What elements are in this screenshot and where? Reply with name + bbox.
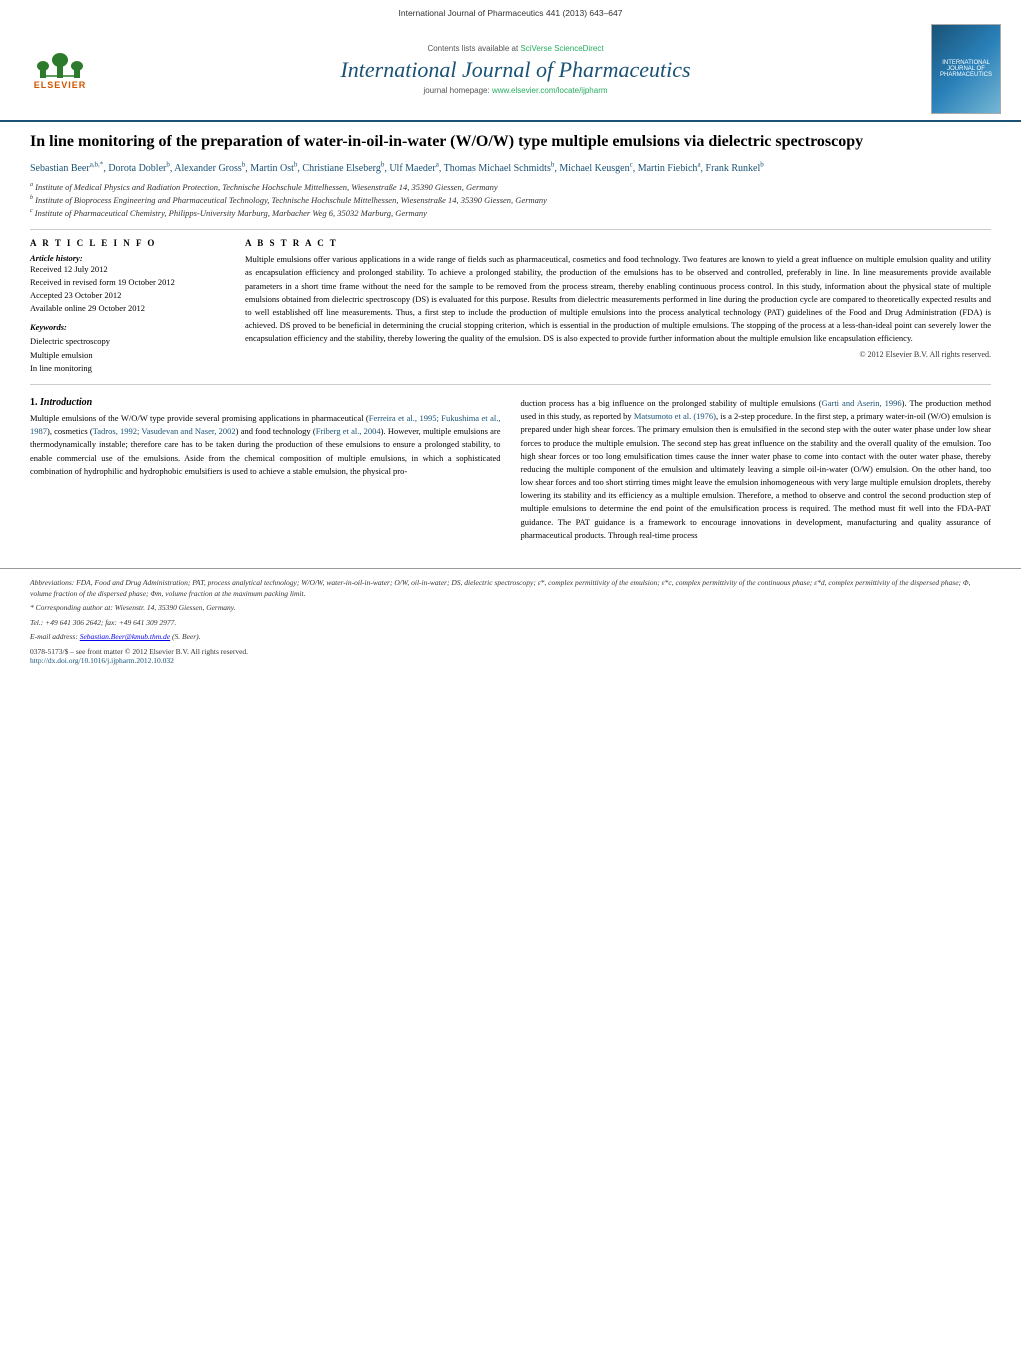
- keyword-3: In line monitoring: [30, 362, 225, 376]
- abbreviations-text: FDA, Food and Drug Administration; PAT, …: [30, 578, 971, 598]
- abstract-column: A B S T R A C T Multiple emulsions offer…: [245, 238, 991, 376]
- tel-footnote: Tel.: +49 641 306 2642; fax: +49 641 309…: [30, 617, 991, 628]
- doi-link[interactable]: http://dx.doi.org/10.1016/j.ijpharm.2012…: [30, 656, 174, 665]
- footer-area: Abbreviations: FDA, Food and Drug Admini…: [0, 568, 1021, 670]
- homepage-link[interactable]: www.elsevier.com/locate/ijpharm: [492, 86, 608, 95]
- affiliation-c: c Institute of Pharmaceutical Chemistry,…: [30, 207, 991, 220]
- article-info-column: A R T I C L E I N F O Article history: R…: [30, 238, 225, 376]
- affiliation-b: b Institute of Bioprocess Engineering an…: [30, 194, 991, 207]
- received-revised-date: Received in revised form 19 October 2012: [30, 276, 225, 289]
- ref-friberg: Friberg et al., 2004: [316, 426, 381, 436]
- copyright-line: © 2012 Elsevier B.V. All rights reserved…: [245, 350, 991, 359]
- corresponding-address: Wiesenstr. 14, 35390 Giessen, Germany.: [115, 603, 236, 612]
- keywords-section: Keywords: Dielectric spectroscopy Multip…: [30, 322, 225, 376]
- article-history: Article history: Received 12 July 2012 R…: [30, 253, 225, 314]
- article-title: In line monitoring of the preparation of…: [30, 132, 991, 153]
- journal-top-bar: International Journal of Pharmaceutics 4…: [20, 8, 1001, 18]
- journal-cover-image: INTERNATIONAL JOURNAL OF PHARMACEUTICS: [931, 24, 1001, 114]
- contents-available: Contents lists available at SciVerse Sci…: [100, 44, 931, 53]
- journal-title: International Journal of Pharmaceutics: [100, 57, 931, 83]
- abbreviations-footnote: Abbreviations: FDA, Food and Drug Admini…: [30, 577, 991, 600]
- received-date: Received 12 July 2012: [30, 263, 225, 276]
- available-date: Available online 29 October 2012: [30, 302, 225, 315]
- section-1-number: 1.: [30, 397, 38, 408]
- body-left-column: 1. Introduction Multiple emulsions of th…: [30, 397, 501, 548]
- article-info-label: A R T I C L E I N F O: [30, 238, 225, 248]
- corresponding-label: * Corresponding author at:: [30, 603, 113, 612]
- section-1-title: Introduction: [40, 397, 92, 408]
- ref-garti: Garti and Aserin, 1996: [822, 398, 902, 408]
- issn-line: 0378-5173/$ – see front matter © 2012 El…: [30, 647, 991, 656]
- article-content: In line monitoring of the preparation of…: [0, 122, 1021, 558]
- section-1-paragraph-2: duction process has a big influence on t…: [521, 397, 992, 542]
- affiliations: a Institute of Medical Physics and Radia…: [30, 181, 991, 219]
- keyword-2: Multiple emulsion: [30, 349, 225, 363]
- abstract-label: A B S T R A C T: [245, 238, 991, 248]
- keywords-label: Keywords:: [30, 322, 225, 332]
- section-1-heading: 1. Introduction: [30, 397, 501, 408]
- keyword-1: Dielectric spectroscopy: [30, 335, 225, 349]
- page: International Journal of Pharmaceutics 4…: [0, 0, 1021, 670]
- section-1-paragraph-1: Multiple emulsions of the W/O/W type pro…: [30, 412, 501, 478]
- email-suffix: (S. Beer).: [172, 632, 201, 641]
- body-right-column: duction process has a big influence on t…: [521, 397, 992, 548]
- email-footnote: E-mail address: Sebastian.Beer@kmub.thm.…: [30, 631, 991, 642]
- journal-title-center: Contents lists available at SciVerse Sci…: [100, 44, 931, 95]
- elsevier-logo: ELSEVIER: [20, 47, 100, 92]
- body-divider: [30, 384, 991, 385]
- abstract-text: Multiple emulsions offer various applica…: [245, 253, 991, 345]
- ref-matsumoto: Matsumoto et al. (1976): [634, 411, 716, 421]
- tel-text: Tel.: +49 641 306 2642; fax: +49 641 309…: [30, 618, 176, 627]
- info-abstract-columns: A R T I C L E I N F O Article history: R…: [30, 238, 991, 376]
- journal-citation: International Journal of Pharmaceutics 4…: [399, 8, 623, 18]
- email-label: E-mail address:: [30, 632, 78, 641]
- header-main: ELSEVIER Contents lists available at Sci…: [20, 24, 1001, 114]
- ref-tadros: Tadros, 1992; Vasudevan and Naser, 2002: [93, 426, 236, 436]
- affiliation-a: a Institute of Medical Physics and Radia…: [30, 181, 991, 194]
- elsevier-tree-icon: [35, 48, 85, 78]
- footer-bottom: 0378-5173/$ – see front matter © 2012 El…: [30, 647, 991, 665]
- accepted-date: Accepted 23 October 2012: [30, 289, 225, 302]
- journal-header: International Journal of Pharmaceutics 4…: [0, 0, 1021, 122]
- author-1: Sebastian Beera,b,*, Dorota Doblerb, Ale…: [30, 163, 764, 174]
- sciencedirect-link[interactable]: SciVerse ScienceDirect: [520, 44, 603, 53]
- history-label: Article history:: [30, 253, 225, 263]
- body-columns: 1. Introduction Multiple emulsions of th…: [30, 397, 991, 548]
- email-link[interactable]: Sebastian.Beer@kmub.thm.de: [80, 632, 170, 641]
- abbreviations-label: Abbreviations:: [30, 578, 74, 587]
- elsevier-wordmark: ELSEVIER: [34, 80, 87, 90]
- corresponding-author-footnote: * Corresponding author at: Wiesenstr. 14…: [30, 602, 991, 613]
- section-divider: [30, 229, 991, 230]
- journal-homepage: journal homepage: www.elsevier.com/locat…: [100, 86, 931, 95]
- authors-line: Sebastian Beera,b,*, Dorota Doblerb, Ale…: [30, 161, 991, 176]
